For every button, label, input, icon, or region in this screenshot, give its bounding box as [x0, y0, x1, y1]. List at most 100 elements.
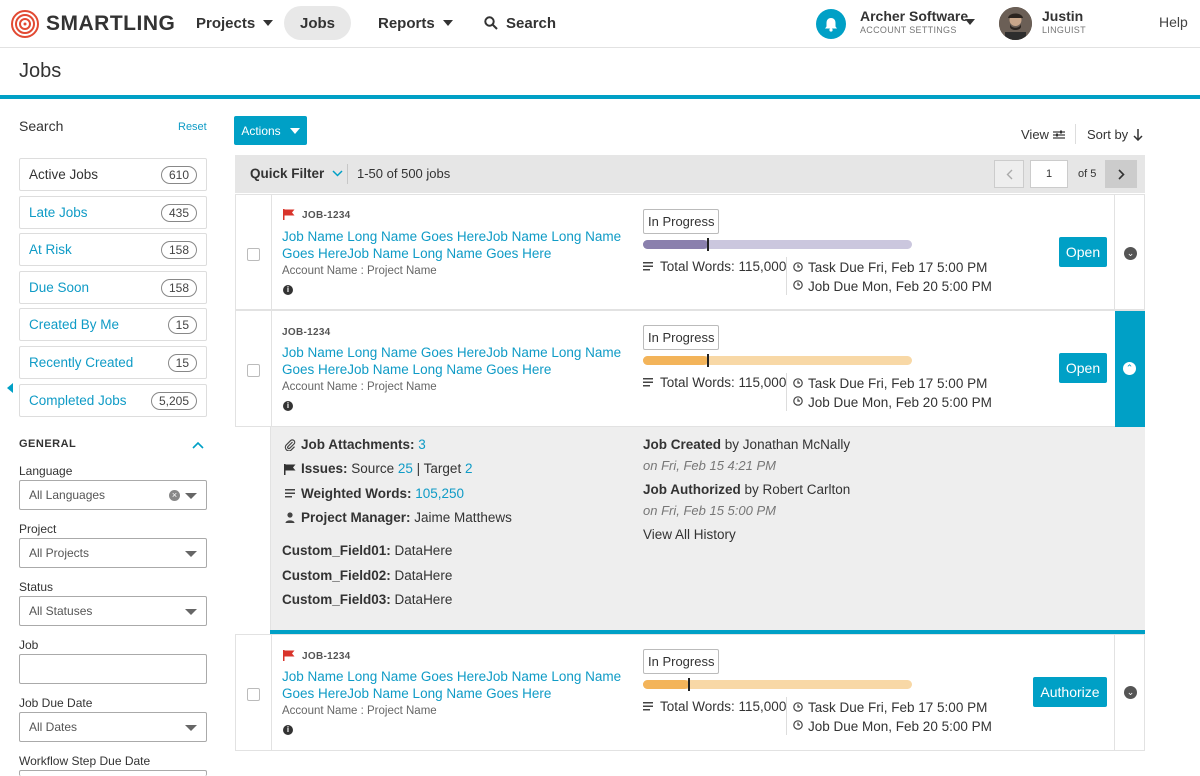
page-input[interactable]: 1	[1030, 160, 1068, 188]
sort-by-label: Sort by	[1087, 127, 1129, 142]
job-row: JOB-1234 Job Name Long Name Goes HereJob…	[235, 194, 1145, 310]
status-select[interactable]: All Statuses	[19, 596, 207, 626]
job-due: Job Due Mon, Feb 20 5:00 PM	[808, 395, 992, 410]
issues-separator: |	[416, 461, 421, 476]
info-icon[interactable]: i	[283, 285, 293, 295]
clear-icon[interactable]: ×	[169, 490, 180, 501]
status-badge: In Progress	[643, 649, 720, 674]
nav-jobs[interactable]: Jobs	[284, 6, 352, 40]
row-divider	[1114, 635, 1115, 751]
job-name-link[interactable]: Job Name Long Name Goes HereJob Name Lon…	[282, 668, 622, 702]
sidebar-item-at-risk[interactable]: At Risk 158	[19, 233, 207, 266]
clock-icon	[793, 720, 803, 730]
divider	[347, 164, 348, 184]
logo-text: SMARTLING	[46, 12, 176, 35]
info-icon[interactable]: i	[283, 725, 293, 735]
project-manager-label: Project Manager:	[301, 510, 411, 525]
lines-icon	[285, 489, 295, 498]
row-divider	[1114, 195, 1115, 310]
sidebar-item-due-soon[interactable]: Due Soon 158	[19, 271, 207, 304]
expand-chevron-icon[interactable]: ⌄	[1124, 247, 1137, 260]
sidebar-item-created-by-me[interactable]: Created By Me 15	[19, 308, 207, 341]
sidebar-item-completed-jobs[interactable]: Completed Jobs 5,205	[19, 384, 207, 417]
notifications-button[interactable]	[816, 9, 846, 39]
user-icon	[285, 512, 295, 523]
nav-search[interactable]: Search	[468, 6, 572, 40]
clock-icon	[793, 280, 803, 290]
smartling-logo[interactable]: SMARTLING	[10, 9, 175, 39]
job-name-link[interactable]: Job Name Long Name Goes HereJob Name Lon…	[282, 228, 622, 262]
user-menu[interactable]: Justin LINGUIST	[1042, 8, 1086, 35]
account-menu[interactable]: Archer Software ACCOUNT SETTINGS	[860, 8, 968, 35]
task-due: Task Due Fri, Feb 17 5:00 PM	[808, 376, 988, 391]
issues-label: Issues:	[301, 461, 348, 476]
status-badge: In Progress	[643, 325, 720, 350]
nav-reports[interactable]: Reports	[362, 6, 469, 40]
job-id: JOB-1234	[302, 651, 351, 662]
job-id: JOB-1234	[302, 210, 351, 221]
sidebar-item-late-jobs[interactable]: Late Jobs 435	[19, 196, 207, 229]
chevron-down-icon	[185, 609, 197, 615]
reset-link[interactable]: Reset	[178, 121, 207, 133]
open-button[interactable]: Open	[1059, 237, 1107, 267]
row-checkbox[interactable]	[247, 688, 260, 701]
job-input[interactable]	[19, 654, 207, 684]
total-words: Total Words: 115,000	[660, 259, 787, 274]
job-label: Job	[19, 638, 39, 652]
count-badge: 610	[160, 165, 197, 184]
collapse-sidebar-icon[interactable]	[7, 383, 13, 393]
info-icon[interactable]: i	[283, 401, 293, 411]
general-section-title: GENERAL	[19, 438, 77, 450]
job-authorized-by: by Robert Carlton	[744, 482, 851, 497]
avatar[interactable]	[999, 7, 1032, 40]
sort-by-button[interactable]: Sort by	[1087, 127, 1143, 142]
next-page-button[interactable]	[1105, 160, 1137, 188]
row-checkbox[interactable]	[247, 248, 260, 261]
nav-projects[interactable]: Projects	[180, 6, 289, 40]
chevron-right-icon	[1117, 168, 1125, 180]
attachments-count-link[interactable]: 3	[418, 437, 426, 452]
quick-filter-dropdown[interactable]: Quick Filter	[250, 166, 343, 181]
task-due: Task Due Fri, Feb 17 5:00 PM	[808, 260, 988, 275]
fingerprint-logo-icon	[11, 10, 39, 38]
task-due: Task Due Fri, Feb 17 5:00 PM	[808, 700, 988, 715]
status-badge: In Progress	[643, 209, 720, 234]
weighted-words-link[interactable]: 105,250	[415, 486, 464, 501]
authorize-button[interactable]: Authorize	[1033, 677, 1107, 707]
job-details-panel: Job Attachments: 3 Issues: Source 25 | T…	[270, 427, 1145, 632]
row-checkbox[interactable]	[247, 364, 260, 377]
clock-icon	[793, 702, 803, 712]
custom-field-label: Custom_Field02:	[282, 568, 391, 583]
sidebar-item-active-jobs[interactable]: Active Jobs 610	[19, 158, 207, 191]
chevron-down-icon	[263, 20, 274, 26]
progress-bar-fill	[643, 240, 708, 249]
issues-source-link[interactable]: 25	[398, 461, 413, 476]
collapse-row-button[interactable]: ⌃	[1115, 311, 1145, 427]
actions-button[interactable]: Actions	[234, 116, 307, 145]
sidebar-item-recently-created[interactable]: Recently Created 15	[19, 346, 207, 379]
issues-target-link[interactable]: 2	[465, 461, 473, 476]
status-label: Status	[19, 580, 54, 594]
chevron-down-icon	[332, 170, 343, 177]
custom-field-value: DataHere	[394, 543, 453, 558]
clock-icon	[793, 378, 803, 388]
job-due-date-select[interactable]: All Dates	[19, 712, 207, 742]
view-all-history-link[interactable]: View All History	[643, 527, 736, 542]
expand-chevron-icon[interactable]: ⌄	[1124, 686, 1137, 699]
project-select[interactable]: All Projects	[19, 538, 207, 568]
custom-field-label: Custom_Field01:	[282, 543, 391, 558]
language-select[interactable]: All Languages ×	[19, 480, 207, 510]
sidebar-item-label: Due Soon	[29, 280, 90, 295]
workflow-step-due-date-select[interactable]	[19, 770, 207, 776]
prev-page-button[interactable]	[994, 160, 1024, 188]
job-due: Job Due Mon, Feb 20 5:00 PM	[808, 719, 992, 734]
job-due: Job Due Mon, Feb 20 5:00 PM	[808, 279, 992, 294]
help-link[interactable]: Help	[1159, 14, 1188, 30]
job-name-link[interactable]: Job Name Long Name Goes HereJob Name Lon…	[282, 344, 622, 378]
view-button[interactable]: View	[1021, 127, 1065, 142]
actions-label: Actions	[241, 123, 281, 138]
chevron-up-icon[interactable]	[192, 441, 204, 449]
issues-source-label: Source	[351, 461, 395, 476]
divider	[786, 373, 787, 411]
open-button[interactable]: Open	[1059, 353, 1107, 383]
